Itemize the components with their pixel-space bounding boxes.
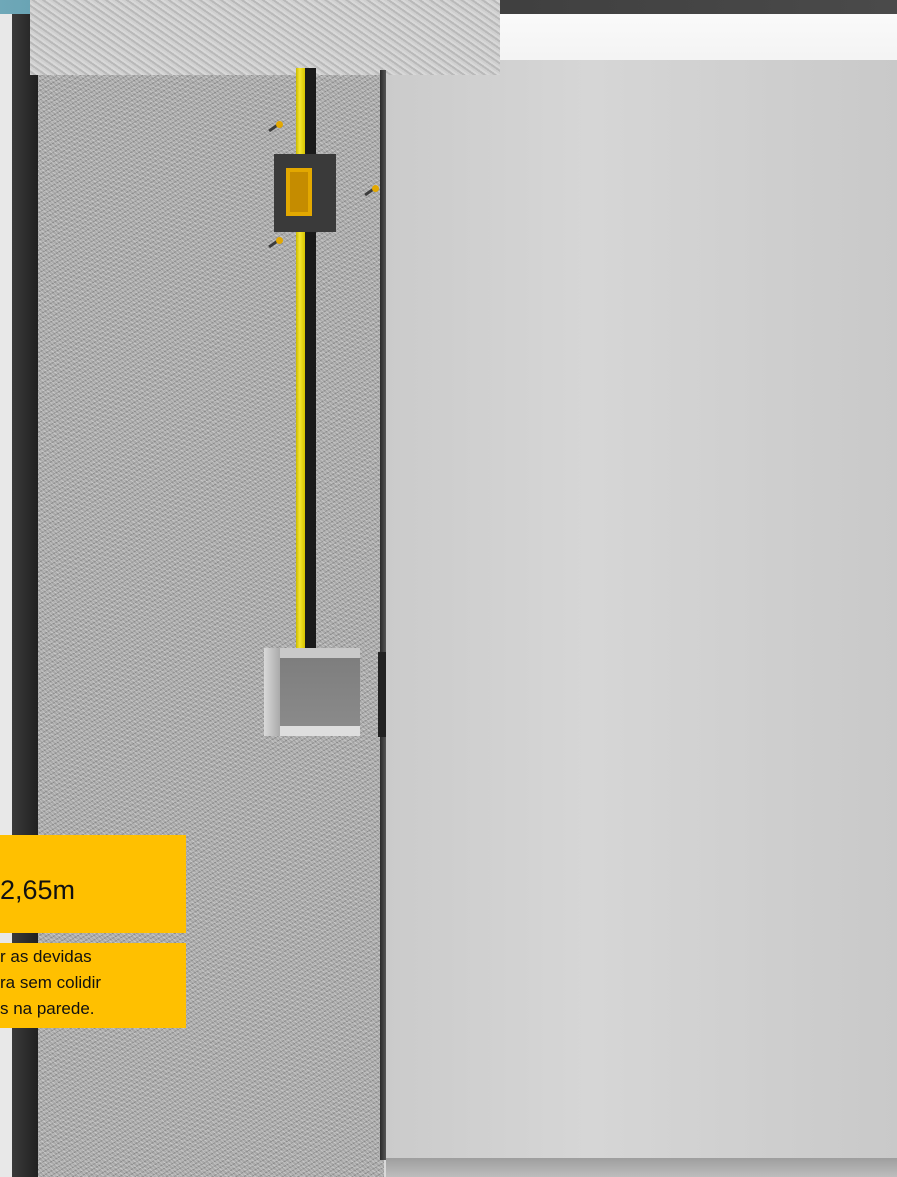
- instruction-line: ra sem colidir: [0, 973, 102, 992]
- instruction-line: s na parede.: [0, 999, 95, 1018]
- anchor-bolt-icon: [364, 184, 379, 197]
- floor-edge: [386, 1158, 897, 1177]
- ceiling-slab: [30, 0, 500, 75]
- column-shadow-edge: [380, 70, 386, 1160]
- anchor-bolt-icon: [268, 120, 283, 133]
- render-scene: 2,65m r as devidas ra sem colidir s na p…: [0, 0, 897, 1177]
- instruction-line: r as devidas: [0, 947, 92, 966]
- switch-recess: [378, 652, 386, 737]
- dimension-callout: 2,65m: [0, 835, 186, 933]
- junction-box-icon: [286, 168, 312, 216]
- anchor-bolt-icon: [268, 236, 283, 249]
- dimension-text: 2,65m: [0, 875, 76, 905]
- switch-box-side: [264, 648, 280, 736]
- instruction-callout: r as devidas ra sem colidir s na parede.: [0, 943, 186, 1028]
- plain-wall: [386, 60, 897, 1160]
